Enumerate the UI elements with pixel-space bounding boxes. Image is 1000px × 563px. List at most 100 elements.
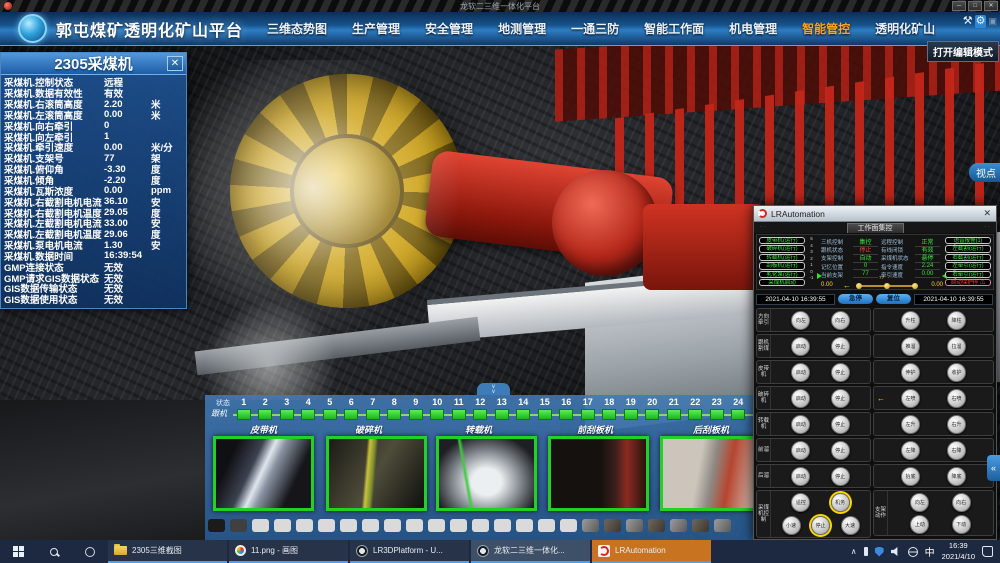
device-button[interactable]: 语音报警(1) (945, 237, 991, 244)
device-button[interactable]: 皮带机(运行) (759, 237, 805, 244)
round-control-button[interactable]: 向左 (910, 493, 929, 512)
filmstrip-cell[interactable] (516, 519, 533, 532)
viewpoint-tab[interactable]: 视点 (969, 163, 1000, 182)
nav-item-9[interactable]: 透明化矿山 (875, 20, 935, 37)
support-status-block[interactable] (344, 409, 358, 420)
support-status-block[interactable] (516, 409, 530, 420)
workface-control-tab[interactable]: 工作面集控 (847, 223, 904, 233)
round-control-button[interactable]: 停止 (811, 516, 830, 535)
round-control-button[interactable]: 小速 (782, 516, 801, 535)
round-control-button[interactable]: 向右 (952, 493, 971, 512)
support-status-block[interactable] (301, 409, 315, 420)
filmstrip-cell[interactable] (450, 519, 467, 532)
round-control-button[interactable]: 停止 (831, 389, 850, 408)
slider-dot[interactable] (912, 283, 918, 289)
support-status-block[interactable] (387, 409, 401, 420)
round-control-button[interactable]: 停止 (831, 415, 850, 434)
map-mode-icon[interactable]: ▣ (988, 15, 997, 28)
device-button[interactable]: 破碎机(运行) (759, 245, 805, 252)
nav-item-5[interactable]: 一通三防 (571, 20, 619, 37)
filmstrip-cell[interactable] (296, 519, 313, 532)
security-shield-icon[interactable] (875, 547, 884, 557)
camera-thumbnail-1[interactable] (213, 436, 314, 511)
maximize-button[interactable]: □ (968, 1, 982, 11)
device-button[interactable]: 转载机(运行) (759, 254, 805, 261)
support-status-block[interactable] (559, 409, 573, 420)
filmstrip-cell[interactable] (538, 519, 555, 532)
filmstrip-cell[interactable] (670, 519, 687, 532)
round-control-button[interactable]: 启动 (791, 441, 810, 460)
camera-thumbnail-2[interactable] (326, 436, 427, 511)
nav-item-8[interactable]: 智能管控 (802, 20, 850, 37)
panel-close-icon[interactable]: ✕ (167, 56, 183, 71)
support-status-block[interactable] (280, 409, 294, 420)
filmstrip-cell[interactable] (494, 519, 511, 532)
device-button[interactable]: 采煤机启动 (759, 279, 805, 286)
filmstrip-cell[interactable] (406, 519, 423, 532)
filmstrip-cell[interactable] (692, 519, 709, 532)
support-status-block[interactable] (731, 409, 745, 420)
round-control-button[interactable]: 上动 (910, 515, 929, 534)
close-button[interactable]: ✕ (984, 1, 998, 11)
slider-track[interactable] (859, 285, 915, 287)
lrautomation-close-icon[interactable]: ✕ (983, 208, 991, 219)
filmstrip-cell[interactable] (340, 519, 357, 532)
filmstrip-cell[interactable] (252, 519, 269, 532)
camera-thumbnail-4[interactable] (548, 436, 649, 511)
action-center-icon[interactable] (982, 546, 993, 557)
support-status-block[interactable] (581, 409, 595, 420)
nav-item-4[interactable]: 地测管理 (498, 20, 546, 37)
device-button[interactable]: 右截割(运行) (945, 254, 991, 261)
filmstrip-cell[interactable] (362, 519, 379, 532)
filmstrip-cell[interactable] (604, 519, 621, 532)
round-control-button[interactable]: 升柱 (901, 311, 920, 330)
round-control-button[interactable]: 右喷 (947, 389, 966, 408)
round-control-button[interactable]: 降底 (947, 467, 966, 486)
usb-icon[interactable] (864, 547, 868, 556)
filmstrip-cell[interactable] (274, 519, 291, 532)
support-status-block[interactable] (366, 409, 380, 420)
taskbar-app-4[interactable]: 龙软二三维一体化... (471, 540, 590, 563)
round-control-button[interactable]: 抬底 (901, 467, 920, 486)
support-status-block[interactable] (495, 409, 509, 420)
round-control-button[interactable]: 向右 (831, 311, 850, 330)
support-status-block[interactable] (624, 409, 638, 420)
round-control-button[interactable]: 启动 (791, 337, 810, 356)
estop-button[interactable]: 急停 (838, 294, 873, 304)
panel-collapse-tab[interactable]: « (987, 455, 1000, 481)
support-status-block[interactable] (258, 409, 272, 420)
nav-item-6[interactable]: 智能工作面 (644, 20, 704, 37)
round-control-button[interactable]: 右升 (947, 415, 966, 434)
start-button[interactable] (0, 540, 36, 563)
open-edit-mode-button[interactable]: 打开编辑模式 (927, 41, 999, 62)
filmstrip-cell[interactable] (560, 519, 577, 532)
round-control-button[interactable]: 遥控 (791, 493, 810, 512)
cortana-button[interactable] (72, 540, 108, 563)
nav-item-2[interactable]: 生产管理 (352, 20, 400, 37)
nav-item-3[interactable]: 安全管理 (425, 20, 473, 37)
filmstrip-cell[interactable] (626, 519, 643, 532)
round-control-button[interactable]: 右降 (947, 441, 966, 460)
filmstrip-cell[interactable] (428, 519, 445, 532)
traction-slider[interactable]: 0.00 ← 77 0.00 (821, 279, 943, 290)
filmstrip-cell[interactable] (208, 519, 225, 532)
support-status-block[interactable] (430, 409, 444, 420)
camera-thumbnail-3[interactable] (436, 436, 537, 511)
filmstrip-cell[interactable] (318, 519, 335, 532)
device-button[interactable]: 右牵引(运行) (945, 271, 991, 278)
network-globe-icon[interactable] (908, 547, 918, 557)
support-status-block[interactable] (602, 409, 616, 420)
filmstrip-cell[interactable] (384, 519, 401, 532)
support-status-block[interactable] (538, 409, 552, 420)
support-status-block[interactable] (323, 409, 337, 420)
round-control-button[interactable]: 启动 (791, 467, 810, 486)
filmstrip-cell[interactable] (230, 519, 247, 532)
filmstrip-cell[interactable] (472, 519, 489, 532)
device-button[interactable]: 左截割(运行) (945, 245, 991, 252)
tools-icon[interactable]: ⚒ (963, 15, 973, 28)
filmstrip-cell[interactable] (714, 519, 731, 532)
taskbar-app-5[interactable]: LRAutomation (592, 540, 711, 563)
round-control-button[interactable]: 降柱 (947, 311, 966, 330)
camera-thumbnail-5[interactable] (660, 436, 755, 511)
taskbar-app-1[interactable]: 2305三维截图 (108, 540, 227, 563)
